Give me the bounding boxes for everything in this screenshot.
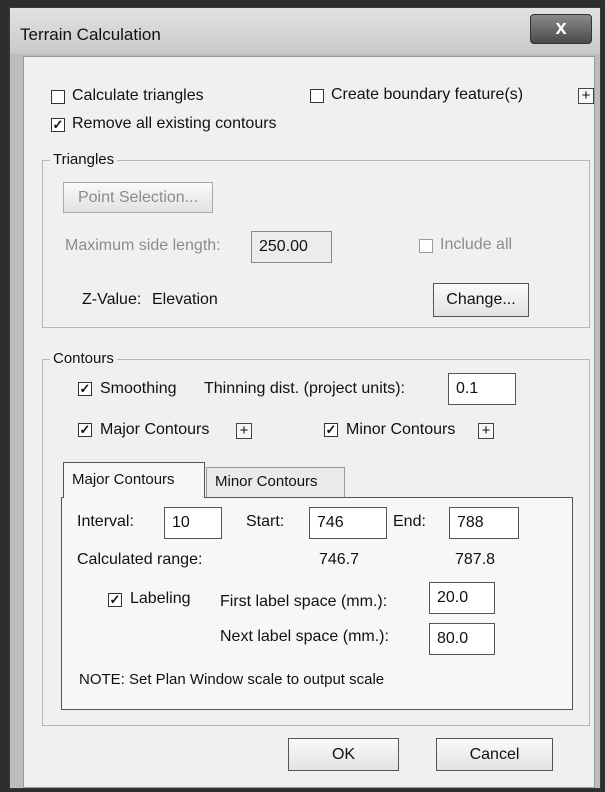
dialog-body: Calculate triangles Create boundary feat… <box>23 56 595 788</box>
start-label: Start: <box>246 513 285 530</box>
major-contours-plus-button[interactable]: + <box>236 423 252 439</box>
thinning-dist-field[interactable]: 0.1 <box>448 373 516 405</box>
interval-label: Interval: <box>77 513 134 530</box>
minor-contours-label: Minor Contours <box>346 421 456 438</box>
end-field[interactable]: 788 <box>449 507 519 539</box>
calculate-triangles-checkbox[interactable] <box>51 90 65 104</box>
remove-contours-label: Remove all existing contours <box>72 115 277 132</box>
tab-major-contours[interactable]: Major Contours <box>63 462 205 498</box>
remove-contours-checkbox[interactable]: ✓ <box>51 118 65 132</box>
max-side-length-label: Maximum side length: <box>65 237 221 254</box>
change-button[interactable]: Change... <box>433 283 529 317</box>
next-label-space-field[interactable]: 80.0 <box>429 623 495 655</box>
tab-minor-contours[interactable]: Minor Contours <box>206 467 345 497</box>
minor-contours-checkbox[interactable]: ✓ <box>324 423 338 437</box>
minor-contours-plus-button[interactable]: + <box>478 423 494 439</box>
create-boundary-label: Create boundary feature(s) <box>331 86 524 103</box>
create-boundary-checkbox[interactable] <box>310 89 324 103</box>
calculated-range-label: Calculated range: <box>77 551 203 568</box>
major-contours-label: Major Contours <box>100 421 210 438</box>
boundary-plus-button[interactable]: + <box>578 88 594 104</box>
thinning-dist-label: Thinning dist. (project units): <box>204 380 405 397</box>
z-value-text: Elevation <box>152 291 218 308</box>
title-bar[interactable]: Terrain Calculation x <box>10 8 600 54</box>
start-field[interactable]: 746 <box>309 507 387 539</box>
z-value-label: Z-Value: <box>82 291 142 308</box>
next-label-space-label: Next label space (mm.): <box>220 628 389 645</box>
labeling-checkbox[interactable]: ✓ <box>108 593 122 607</box>
include-all-checkbox[interactable] <box>419 239 433 253</box>
smoothing-label: Smoothing <box>100 380 177 397</box>
include-all-label: Include all <box>440 236 513 253</box>
contours-group-title: Contours <box>50 350 117 367</box>
terrain-calculation-dialog: Terrain Calculation x Calculate triangle… <box>9 7 601 789</box>
ok-button[interactable]: OK <box>288 738 399 771</box>
max-side-length-field[interactable]: 250.00 <box>251 231 332 263</box>
scale-note: NOTE: Set Plan Window scale to output sc… <box>79 671 385 688</box>
calculated-range-start: 746.7 <box>319 551 360 568</box>
triangles-group-title: Triangles <box>50 151 118 168</box>
smoothing-checkbox[interactable]: ✓ <box>78 382 92 396</box>
close-button[interactable]: x <box>530 14 592 44</box>
interval-field[interactable]: 10 <box>164 507 222 539</box>
calculated-range-end: 787.8 <box>455 551 496 568</box>
calculate-triangles-label: Calculate triangles <box>72 87 204 104</box>
window-title: Terrain Calculation <box>20 25 161 44</box>
cancel-button[interactable]: Cancel <box>436 738 553 771</box>
point-selection-button[interactable]: Point Selection... <box>63 182 213 213</box>
labeling-label: Labeling <box>130 590 191 607</box>
first-label-space-label: First label space (mm.): <box>220 593 388 610</box>
first-label-space-field[interactable]: 20.0 <box>429 582 495 614</box>
end-label: End: <box>393 513 426 530</box>
major-contours-checkbox[interactable]: ✓ <box>78 423 92 437</box>
